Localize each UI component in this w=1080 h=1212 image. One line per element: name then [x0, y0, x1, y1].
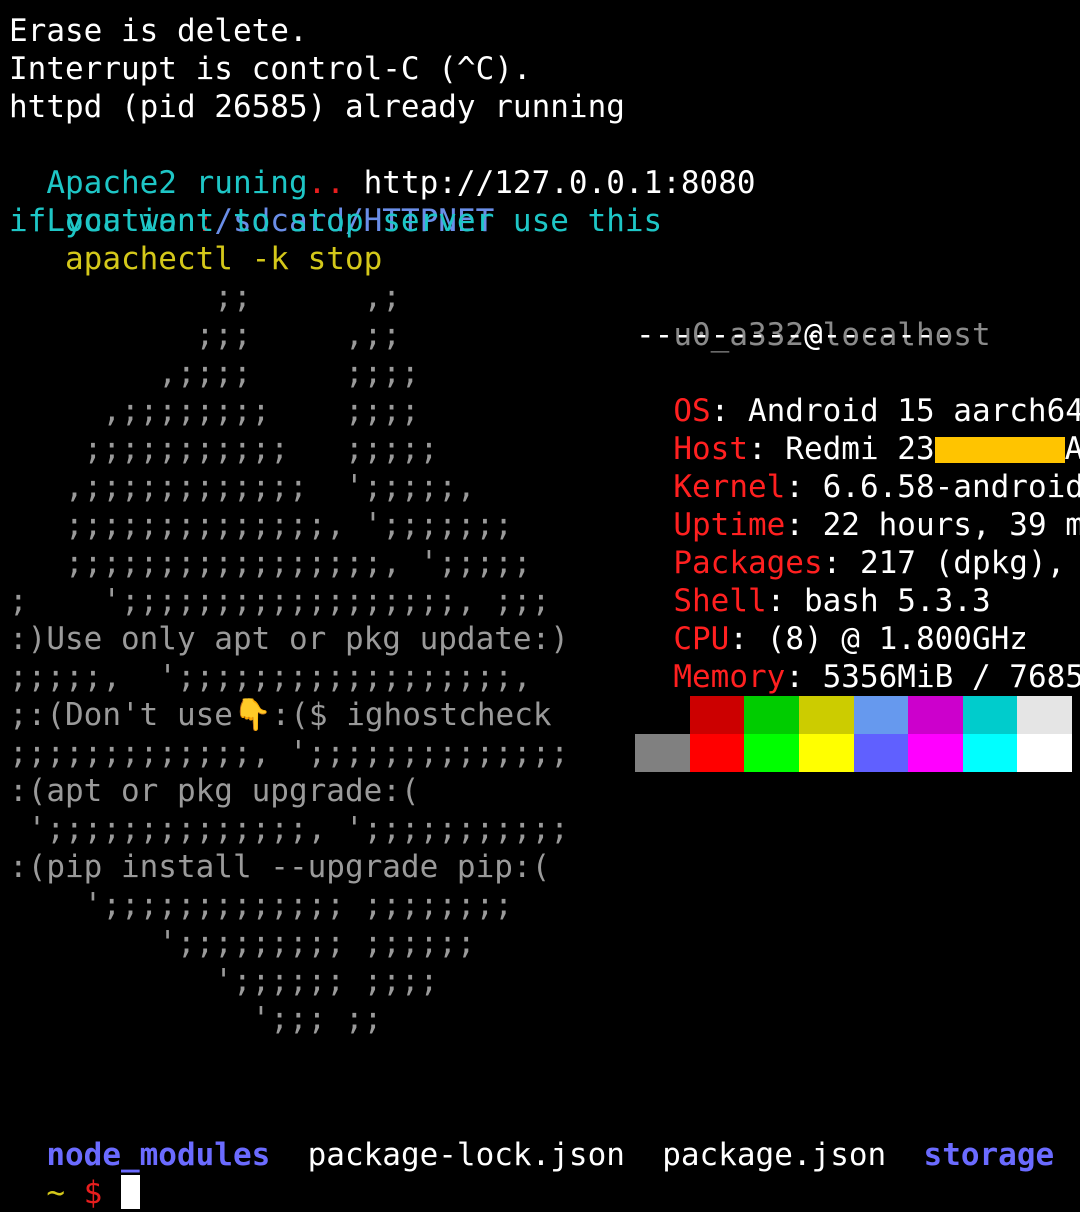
- httpd-status-line: httpd (pid 26585) already running: [9, 89, 625, 125]
- ascii-art-line: ;;;;;;;;;;;;;;;;;, ';;;;;: [9, 545, 532, 581]
- ls-dir-storage[interactable]: storage: [924, 1137, 1055, 1173]
- prompt-tilde: ~: [46, 1175, 65, 1211]
- apache-status-line: Apache2 runing.. http://127.0.0.1:8080: [9, 126, 755, 201]
- ascii-art-line: ;; ,;: [9, 279, 401, 315]
- palette-swatch: [635, 734, 690, 772]
- sysinfo-row-packages: Packages: 217 (dpkg),: [636, 506, 1065, 581]
- palette-swatch: [1017, 696, 1072, 734]
- ascii-art-line: ';;;;;; ;;;;: [9, 963, 439, 999]
- ascii-art-line: ;;;;;;;;;;; ;;;;;: [9, 431, 439, 467]
- palette-swatch: [798, 734, 854, 772]
- ascii-art-line: ,;;;; ;;;;: [9, 355, 420, 391]
- palette-swatch: [689, 734, 745, 772]
- prompt-dollar: $: [83, 1175, 103, 1211]
- ascii-art-line: ;;; ,;;: [9, 317, 401, 353]
- color-palette: [635, 696, 1072, 772]
- palette-swatch: [853, 734, 909, 772]
- stop-command-line: apachectl -k stop: [9, 241, 383, 277]
- ascii-art-line: ';;;;;;;;;;;;; ;;;;;;;;: [9, 887, 513, 923]
- sysinfo-row-kernel: Kernel: 6.6.58-android: [636, 430, 1080, 505]
- palette-swatch: [635, 696, 690, 734]
- ls-file-package-lock[interactable]: package-lock.json: [308, 1137, 625, 1173]
- ascii-art-line: ;:(Don't use👇:($ ighostcheck: [9, 697, 552, 733]
- shell-prompt[interactable]: ~ $: [9, 1136, 141, 1211]
- sysinfo-row-shell: Shell: bash 5.3.3: [636, 544, 990, 619]
- text-cursor[interactable]: [121, 1175, 141, 1209]
- palette-swatch: [689, 696, 745, 734]
- ascii-art-line: ; ';;;;;;;;;;;;;;;;;;, ;;;: [9, 583, 551, 619]
- sysinfo-title: u0_a332@localhost: [636, 278, 990, 353]
- palette-swatch: [962, 696, 1018, 734]
- sysinfo-row-os: OS: Android 15 aarch64: [636, 354, 1080, 429]
- startup-erase-line: Erase is delete.: [9, 13, 308, 49]
- sysinfo-row-uptime: Uptime: 22 hours, 39 m: [636, 468, 1080, 543]
- ascii-art-line: ';;;;;;;;; ;;;;;;: [9, 925, 476, 961]
- ascii-art-line: ';;;;;;;;;;;;;;, ';;;;;;;;;;;: [9, 811, 569, 847]
- ls-file-package-json[interactable]: package.json: [662, 1137, 886, 1173]
- ascii-art-line: ;;;;;;;;;;;;;, ';;;;;;;;;;;;;;: [9, 735, 569, 771]
- stop-hint-line: if you want to stop server use this: [9, 203, 663, 239]
- sysinfo-separator: -----------------: [636, 317, 954, 353]
- palette-swatch: [962, 734, 1018, 772]
- ascii-art-line: ;;;;;, ';;;;;;;;;;;;;;;;;;,: [9, 659, 532, 695]
- palette-swatch: [1017, 734, 1072, 772]
- palette-swatch: [908, 696, 963, 734]
- sysinfo-row-cpu: CPU: (8) @ 1.800GHz: [636, 582, 1028, 657]
- ascii-art-line: :(apt or pkg upgrade:(: [9, 773, 420, 809]
- ascii-art-line: ';;; ;;: [9, 1001, 383, 1037]
- palette-swatch: [853, 696, 909, 734]
- sysinfo-row-host: Host: Redmi 23 A: [636, 392, 1080, 467]
- location-line: Location:/sdcard/HTTPNET: [9, 164, 494, 239]
- ascii-art-line: ;;;;;;;;;;;;;;, ';;;;;;;: [9, 507, 513, 543]
- ls-output-line: node_modules package-lock.json package.j…: [9, 1098, 1054, 1173]
- sysinfo-row-memory: Memory: 5356MiB / 7685: [636, 620, 1080, 695]
- startup-interrupt-line: Interrupt is control-C (^C).: [9, 51, 532, 87]
- palette-row-normal: [635, 696, 1072, 734]
- ascii-art-line: ,;;;;;;;;;;;; ';;;;;,: [9, 469, 476, 505]
- palette-swatch: [798, 696, 854, 734]
- ascii-art-line: ,;;;;;;;; ;;;;: [9, 393, 420, 429]
- palette-swatch: [744, 734, 799, 772]
- ascii-art-line: :)Use only apt or pkg update:): [9, 621, 569, 657]
- sysinfo-value-memory: : 5356MiB / 7685: [785, 659, 1080, 695]
- sysinfo-key-memory: Memory: [673, 659, 786, 695]
- palette-row-bright: [635, 734, 1072, 772]
- ascii-art-line: :(pip install --upgrade pip:(: [9, 849, 551, 885]
- palette-swatch: [908, 734, 963, 772]
- palette-swatch: [744, 696, 799, 734]
